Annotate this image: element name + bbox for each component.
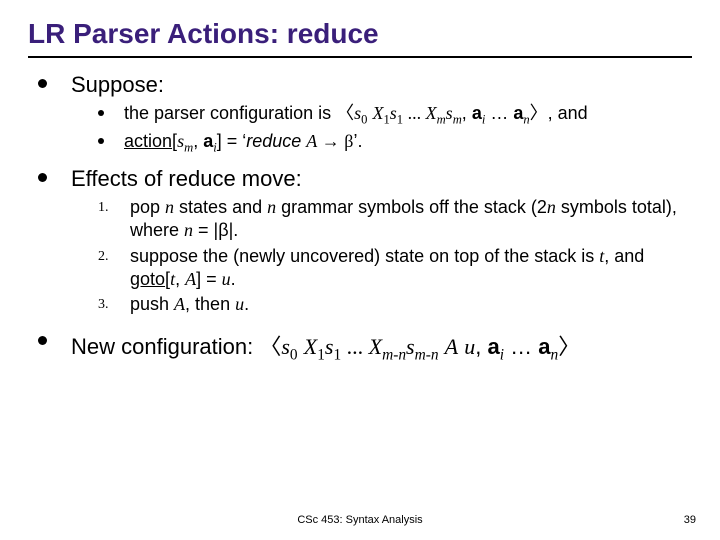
effects-line2: suppose the (newly uncovered) state on t… [130,245,692,292]
num-marker: 1. [98,200,112,216]
bullet-newconfig: New configuration: 〈s0 X1s1 ... Xm-nsm-n… [38,329,692,364]
effects-item-2: 2. suppose the (newly uncovered) state o… [98,245,692,292]
disc-icon [38,173,47,182]
suppose-item-1: the parser configuration is 〈s0 X1s1 ...… [98,102,692,128]
disc-icon [98,138,104,144]
num-marker: 3. [98,297,112,313]
disc-icon [98,110,104,116]
page-number: 39 [684,514,696,526]
suppose-line2: action[sm, ai] = ‘reduce A → β’. [124,130,362,156]
suppose-item-2: action[sm, ai] = ‘reduce A → β’. [98,130,692,156]
footer-text: CSc 453: Syntax Analysis [0,514,720,526]
effects-item-3: 3. push A, then u. [98,293,692,316]
effects-item-1: 1. pop n states and n grammar symbols of… [98,196,692,243]
bullet-effects: Effects of reduce move: [38,166,692,192]
num-marker: 2. [98,249,112,265]
suppose-line1: the parser configuration is 〈s0 X1s1 ...… [124,102,588,128]
bullet-suppose: Suppose: [38,72,692,98]
slide-title: LR Parser Actions: reduce [28,18,692,50]
effects-label: Effects of reduce move: [71,166,302,192]
effects-line1: pop n states and n grammar symbols off t… [130,196,692,243]
newconfig-text: New configuration: 〈s0 X1s1 ... Xm-nsm-n… [71,329,580,364]
disc-icon [38,336,47,345]
effects-line3: push A, then u. [130,293,249,316]
suppose-label: Suppose: [71,72,164,98]
disc-icon [38,79,47,88]
title-rule [28,56,692,58]
